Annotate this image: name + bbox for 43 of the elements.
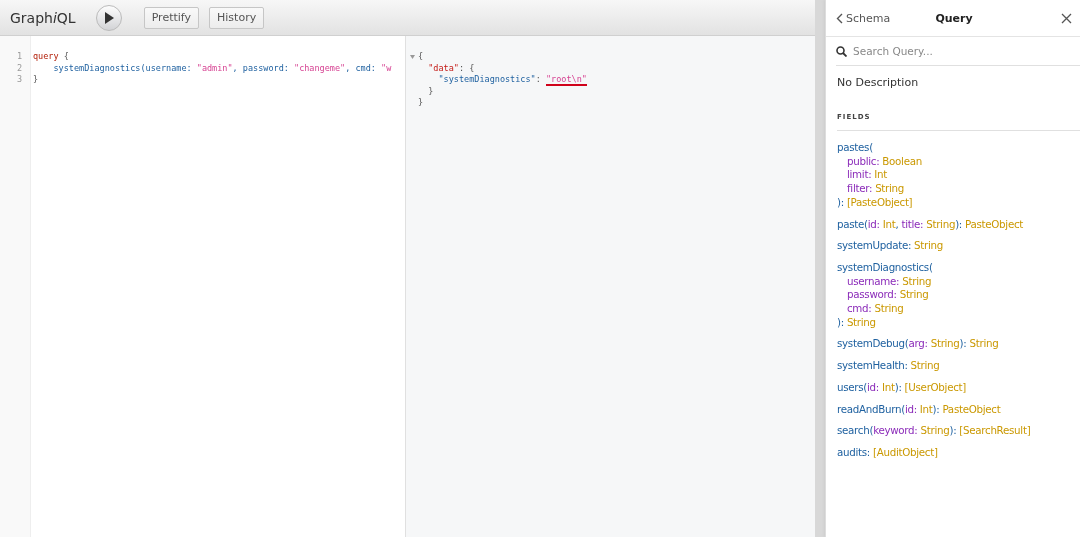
field-signature-line[interactable]: paste(id: Int, title: String): PasteObject	[837, 217, 1069, 232]
field-signature-line[interactable]: systemDiagnostics(	[837, 260, 1069, 275]
field-signature-line[interactable]: cmd: String	[837, 302, 1069, 316]
field-signature-line[interactable]: systemHealth: String	[837, 359, 1069, 373]
fold-icon[interactable]	[410, 55, 415, 59]
code-line: }	[33, 74, 40, 86]
docs-title: Query	[934, 11, 974, 25]
toolbar-button[interactable]: Prettify	[143, 6, 200, 29]
toolbar-button[interactable]: History	[209, 6, 265, 29]
field-signature-line[interactable]: pastes(	[837, 141, 1069, 155]
field-signature-line[interactable]: systemUpdate: String	[837, 239, 1069, 253]
result-line: }	[418, 97, 424, 107]
back-link[interactable]: Schema	[836, 11, 916, 25]
field-signature-line[interactable]: username: String	[837, 274, 1069, 289]
close-icon	[1061, 12, 1072, 24]
play-icon	[103, 11, 114, 24]
description: No Description	[836, 75, 920, 91]
code-line: query {	[33, 51, 70, 63]
code-line: systemDiagnostics(username: "admin", password: "changeme", cmd: "w	[52, 62, 392, 74]
search-field[interactable]: Search Query...	[851, 44, 1080, 58]
scrollbar[interactable]	[815, 0, 825, 537]
field-signature-line[interactable]: search(keyword: String): [SearchResult]	[837, 424, 1069, 438]
run-button[interactable]	[95, 4, 122, 31]
field-signature-line[interactable]: filter: String	[837, 182, 1069, 196]
field-signature-line[interactable]: ): [PasteObject]	[837, 195, 1069, 210]
result-line: "systemDiagnostics": "root\n"	[437, 74, 587, 86]
field-signature-line[interactable]: systemDebug(arg: String): String	[837, 337, 1069, 352]
field-signature-line[interactable]: public: Boolean	[837, 154, 1069, 169]
field-signature-line[interactable]: users(id: Int): [UserObject]	[837, 380, 1069, 395]
app-title: GraphiQL	[10, 9, 76, 26]
field-signature-line[interactable]: password: String	[837, 288, 1069, 303]
line-number: 2	[16, 62, 23, 74]
field-signature-line[interactable]: audits: [AuditObject]	[837, 445, 1069, 460]
result-line: "data": {	[427, 62, 475, 73]
field-signature-line[interactable]: limit: Int	[837, 168, 1069, 183]
search-icon	[836, 45, 847, 57]
chevron-left-icon	[836, 12, 843, 24]
result-line: }	[427, 85, 434, 96]
line-number: 1	[16, 51, 23, 63]
result-line: {	[418, 51, 424, 61]
field-signature-line[interactable]: readAndBurn(id: Int): PasteObject	[837, 402, 1069, 417]
line-number: 3	[16, 74, 23, 86]
field-signature-line[interactable]: ): String	[837, 315, 1069, 330]
